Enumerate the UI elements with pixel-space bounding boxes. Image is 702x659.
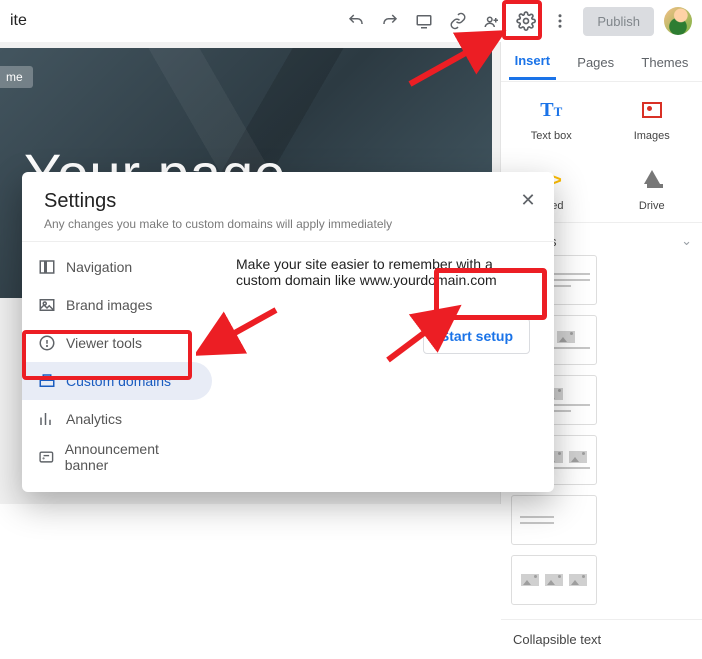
preview-icon[interactable] xyxy=(407,4,441,38)
close-icon[interactable]: ✕ xyxy=(514,186,542,214)
settings-nav: Navigation Brand images Viewer tools Cus… xyxy=(22,242,212,487)
nav-custom-domains[interactable]: Custom domains xyxy=(22,362,212,400)
insert-textbox[interactable]: TT Text box xyxy=(521,96,581,142)
nav-custom-domains-label: Custom domains xyxy=(66,373,171,389)
nav-navigation[interactable]: Navigation xyxy=(22,248,212,286)
settings-gear-icon[interactable] xyxy=(509,4,543,38)
nav-announcement-label: Announcement banner xyxy=(65,441,196,473)
share-icon[interactable] xyxy=(475,4,509,38)
start-setup-button[interactable]: Start setup xyxy=(423,318,530,354)
textbox-label: Text box xyxy=(521,130,581,142)
settings-content: Make your site easier to remember with a… xyxy=(212,242,554,487)
insert-drive[interactable]: Drive xyxy=(622,166,682,212)
nav-analytics-label: Analytics xyxy=(66,411,122,427)
publish-button[interactable]: Publish xyxy=(583,7,654,36)
modal-subtitle: Any changes you make to custom domains w… xyxy=(44,217,532,231)
nav-navigation-label: Navigation xyxy=(66,259,132,275)
images-icon xyxy=(642,102,662,118)
undo-icon[interactable] xyxy=(339,4,373,38)
collapsible-text-row[interactable]: Collapsible text xyxy=(501,619,702,659)
link-icon[interactable] xyxy=(441,4,475,38)
collapse-icon[interactable]: ⌄ xyxy=(681,233,692,249)
quick-insert-row: TT Text box Images xyxy=(501,82,702,152)
tab-insert[interactable]: Insert xyxy=(509,43,556,80)
nav-announcement[interactable]: Announcement banner xyxy=(22,438,212,476)
nav-viewer-tools-label: Viewer tools xyxy=(66,335,142,351)
site-name: ite xyxy=(10,12,27,30)
custom-domain-description: Make your site easier to remember with a… xyxy=(236,256,530,288)
drive-label: Drive xyxy=(622,200,682,212)
nav-analytics[interactable]: Analytics xyxy=(22,400,212,438)
drive-icon xyxy=(641,170,663,190)
layout-thumb[interactable] xyxy=(511,555,597,605)
tab-themes[interactable]: Themes xyxy=(635,45,694,79)
nav-viewer-tools[interactable]: Viewer tools xyxy=(22,324,212,362)
insert-images[interactable]: Images xyxy=(622,96,682,142)
layout-thumb[interactable] xyxy=(511,495,597,545)
top-toolbar: ite Publish xyxy=(0,0,702,42)
more-icon[interactable] xyxy=(543,4,577,38)
side-tabs: Insert Pages Themes xyxy=(501,42,702,82)
tab-pages[interactable]: Pages xyxy=(571,45,620,79)
nav-brand-images-label: Brand images xyxy=(66,297,152,313)
modal-title: Settings xyxy=(44,190,532,213)
settings-modal: ✕ Settings Any changes you make to custo… xyxy=(22,172,554,492)
account-avatar[interactable] xyxy=(664,7,692,35)
nav-brand-images[interactable]: Brand images xyxy=(22,286,212,324)
redo-icon[interactable] xyxy=(373,4,407,38)
images-label: Images xyxy=(622,130,682,142)
home-chip[interactable]: me xyxy=(0,66,33,88)
textbox-icon: TT xyxy=(540,99,562,122)
